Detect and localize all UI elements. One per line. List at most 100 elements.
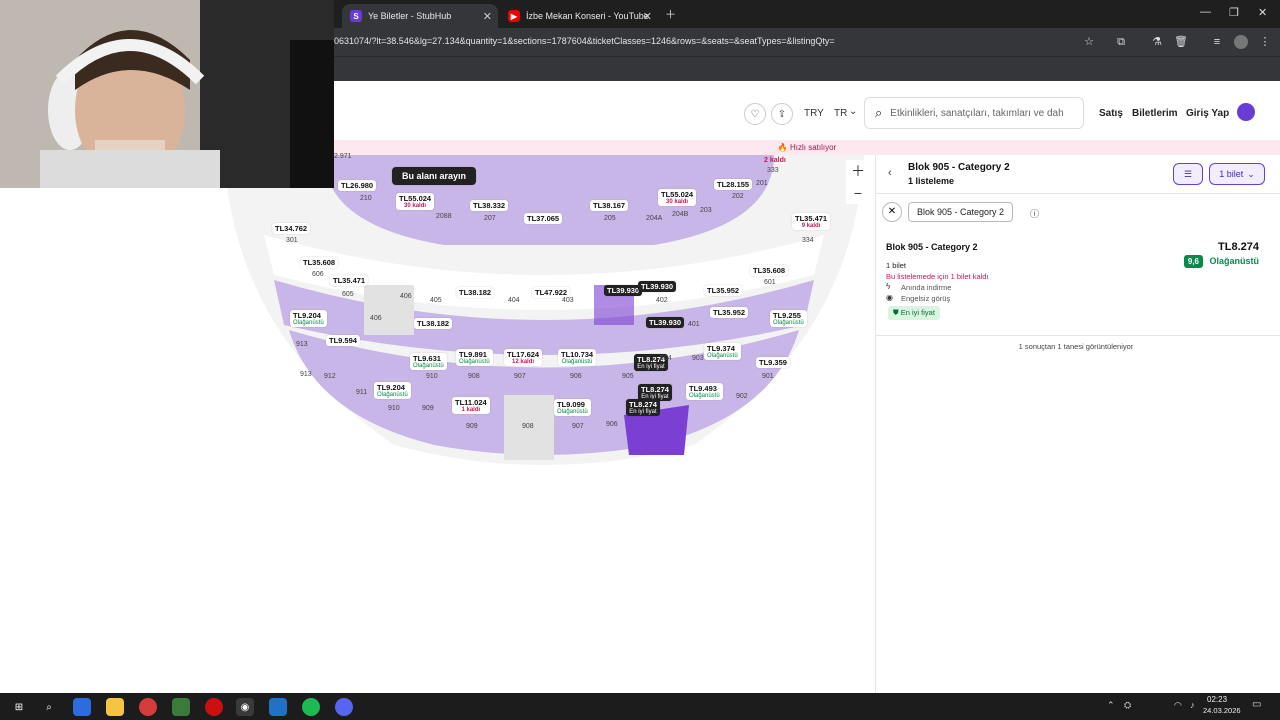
back-chevron-icon[interactable]: ‹ (888, 167, 892, 179)
price-tag[interactable]: TL9.891 Olağanüstü (456, 349, 493, 366)
discord-icon[interactable] (335, 698, 353, 716)
price-tag[interactable]: TL17.624 12 kaldı (504, 349, 543, 366)
section-label: 405 (430, 297, 442, 304)
price-note: Olağanüstü (773, 320, 804, 326)
nav-my-tickets[interactable]: Biletlerim (1132, 108, 1178, 119)
section-label: 403 (562, 297, 574, 304)
eye-icon: ◉ (886, 293, 893, 302)
price-tag[interactable]: TL9.359 (756, 357, 790, 368)
calculator-icon[interactable] (172, 698, 190, 716)
close-icon[interactable]: ✕ (882, 202, 902, 222)
price-tag[interactable]: TL38.167 (590, 200, 629, 211)
menu-icon[interactable]: ⋮ (1258, 35, 1272, 49)
search-input[interactable]: ⌕ Etkinlikleri, sanatçıları, takımları v… (864, 97, 1084, 129)
wifi-icon[interactable]: ◠ (1174, 700, 1182, 711)
nav-login[interactable]: Giriş Yap (1186, 108, 1229, 119)
clock-date[interactable]: 24.03.2026 (1203, 706, 1241, 715)
bookmark-star-icon[interactable]: ☆ (1082, 35, 1096, 49)
task-view-icon[interactable] (73, 698, 91, 716)
price-note: 1 kaldı (461, 407, 481, 413)
app-icon[interactable] (269, 698, 287, 716)
search-icon[interactable]: ⌕ (40, 698, 58, 716)
user-avatar-icon[interactable] (1237, 103, 1255, 121)
close-window-icon[interactable]: ✕ (1258, 6, 1267, 19)
price-tag[interactable]: TL35.952 (710, 307, 749, 318)
language-selector[interactable]: TR (834, 108, 847, 119)
new-tab-icon[interactable]: ＋ (665, 6, 676, 22)
currency-selector[interactable]: TRY (804, 108, 824, 119)
price-tag[interactable]: TL9.204 Olağanüstü (374, 382, 411, 399)
tab-youtube[interactable]: ▶ İzbe Mekan Konseri - YouTube ✕ (500, 4, 658, 28)
price-tag[interactable]: TL9.099 Olağanüstü (554, 399, 591, 416)
price-tag[interactable]: TL35.608 (300, 257, 339, 268)
filter-button[interactable]: ☰ (1173, 163, 1203, 185)
section-label: 906 (570, 373, 582, 380)
opera-icon[interactable] (205, 698, 223, 716)
close-icon[interactable]: ✕ (483, 10, 492, 23)
price-tag[interactable]: TL55.024 30 kaldı (396, 193, 435, 210)
trash-icon[interactable]: 🗑 (1174, 35, 1188, 49)
price-tag[interactable]: TL37.065 (524, 213, 563, 224)
favorite-heart-icon[interactable]: ♡ (744, 103, 766, 125)
section-label: 910 (426, 373, 438, 380)
price-tag[interactable]: TL9.204 Olağanüstü (290, 310, 327, 327)
price-tag[interactable]: TL35.471 9 kaldı (792, 213, 831, 230)
listing-card[interactable]: Blok 905 - Category 2 TL8.274 9,6 Olağan… (876, 233, 1280, 335)
price-tag[interactable]: TL55.024 30 kaldı (658, 189, 697, 206)
nav-sell[interactable]: Satış (1099, 108, 1123, 119)
price-tag[interactable]: TL38.182 (414, 318, 453, 329)
close-icon[interactable]: ✕ (643, 10, 652, 23)
price-tag[interactable]: TL39.930 (604, 285, 643, 296)
zoom-out-button[interactable]: − (846, 182, 870, 204)
price-tag[interactable]: TL9.255 Olağanüstü (770, 310, 807, 327)
listing-qty: 1 bilet (886, 261, 907, 270)
price-tag[interactable]: TL9.374 Olağanüstü (704, 343, 741, 360)
price-tag[interactable]: TL8.274 En iyi fiyat (626, 399, 660, 416)
volume-icon[interactable]: ♪ (1190, 700, 1195, 710)
minimize-icon[interactable]: — (1200, 6, 1211, 18)
price-tag[interactable]: TL9.594 (326, 335, 360, 346)
price-tag[interactable]: TL39.930 (638, 281, 677, 292)
price-tag[interactable]: TL9.493 Olağanüstü (686, 383, 723, 400)
seat-map[interactable]: TL26.980 TL55.024 30 kaldı TL38.332 TL37.065… (214, 153, 874, 485)
media-icon[interactable]: ≡ (1210, 35, 1224, 49)
spotify-icon[interactable] (302, 698, 320, 716)
price-tag[interactable]: TL28.155 (714, 179, 753, 190)
price-tag[interactable]: TL34.762 (272, 223, 311, 234)
tab-stubhub[interactable]: S Ye Biletler - StubHub ✕ (342, 4, 498, 28)
price-value: TL9.099 (557, 400, 585, 409)
steam-icon[interactable]: ⛭ (1124, 700, 1131, 711)
search-area-button[interactable]: Bu alanı arayın (392, 167, 477, 185)
price-tag[interactable]: TL38.332 (470, 200, 509, 211)
price-tag[interactable]: TL35.952 (704, 285, 743, 296)
price-tag[interactable]: TL39.930 (646, 317, 685, 328)
obs-icon[interactable] (139, 698, 157, 716)
price-tag[interactable]: TL10.734 Olağanüstü (558, 349, 597, 366)
zoom-in-button[interactable]: ＋ (846, 160, 870, 182)
price-tag[interactable]: TL38.182 (456, 287, 495, 298)
price-tag[interactable]: TL35.471 (330, 275, 369, 286)
chevron-down-icon[interactable]: ⌄ (849, 106, 857, 117)
restore-icon[interactable]: ❐ (1229, 6, 1239, 19)
price-tag[interactable]: TL26.980 (338, 180, 377, 191)
notifications-icon[interactable]: ▭ (1252, 699, 1261, 710)
section-chip[interactable]: Blok 905 - Category 2 (908, 202, 1014, 222)
price-value: TL10.734 (561, 350, 594, 359)
price-tag[interactable]: TL35.608 (750, 265, 789, 276)
extensions-icon[interactable]: ⧉ (1114, 35, 1128, 49)
tray-chevron-icon[interactable]: ⌃ (1107, 700, 1115, 711)
chrome-icon[interactable]: ◉ (236, 698, 254, 716)
price-tag[interactable]: TL11.024 1 kaldı (452, 397, 490, 414)
file-explorer-icon[interactable] (106, 698, 124, 716)
price-value: TL9.493 (689, 384, 717, 393)
share-icon[interactable]: ⇪ (771, 103, 793, 125)
clock-time[interactable]: 02:23 (1207, 695, 1227, 704)
info-icon[interactable]: ⓘ (1030, 207, 1039, 220)
url-field[interactable]: 0631074/?lt=38.546&lg=27.134&quantity=1&… (334, 36, 835, 46)
profile-avatar[interactable] (1234, 35, 1248, 49)
ticket-quantity-button[interactable]: 1 bilet ⌄ (1209, 163, 1265, 185)
listing-remaining: Bu listelemede için 1 bilet kaldı (886, 272, 989, 281)
flask-icon[interactable]: ⚗ (1150, 35, 1164, 49)
price-tag[interactable]: TL9.631 Olağanüstü (410, 353, 447, 370)
windows-start-icon[interactable]: ⊞ (10, 698, 28, 716)
